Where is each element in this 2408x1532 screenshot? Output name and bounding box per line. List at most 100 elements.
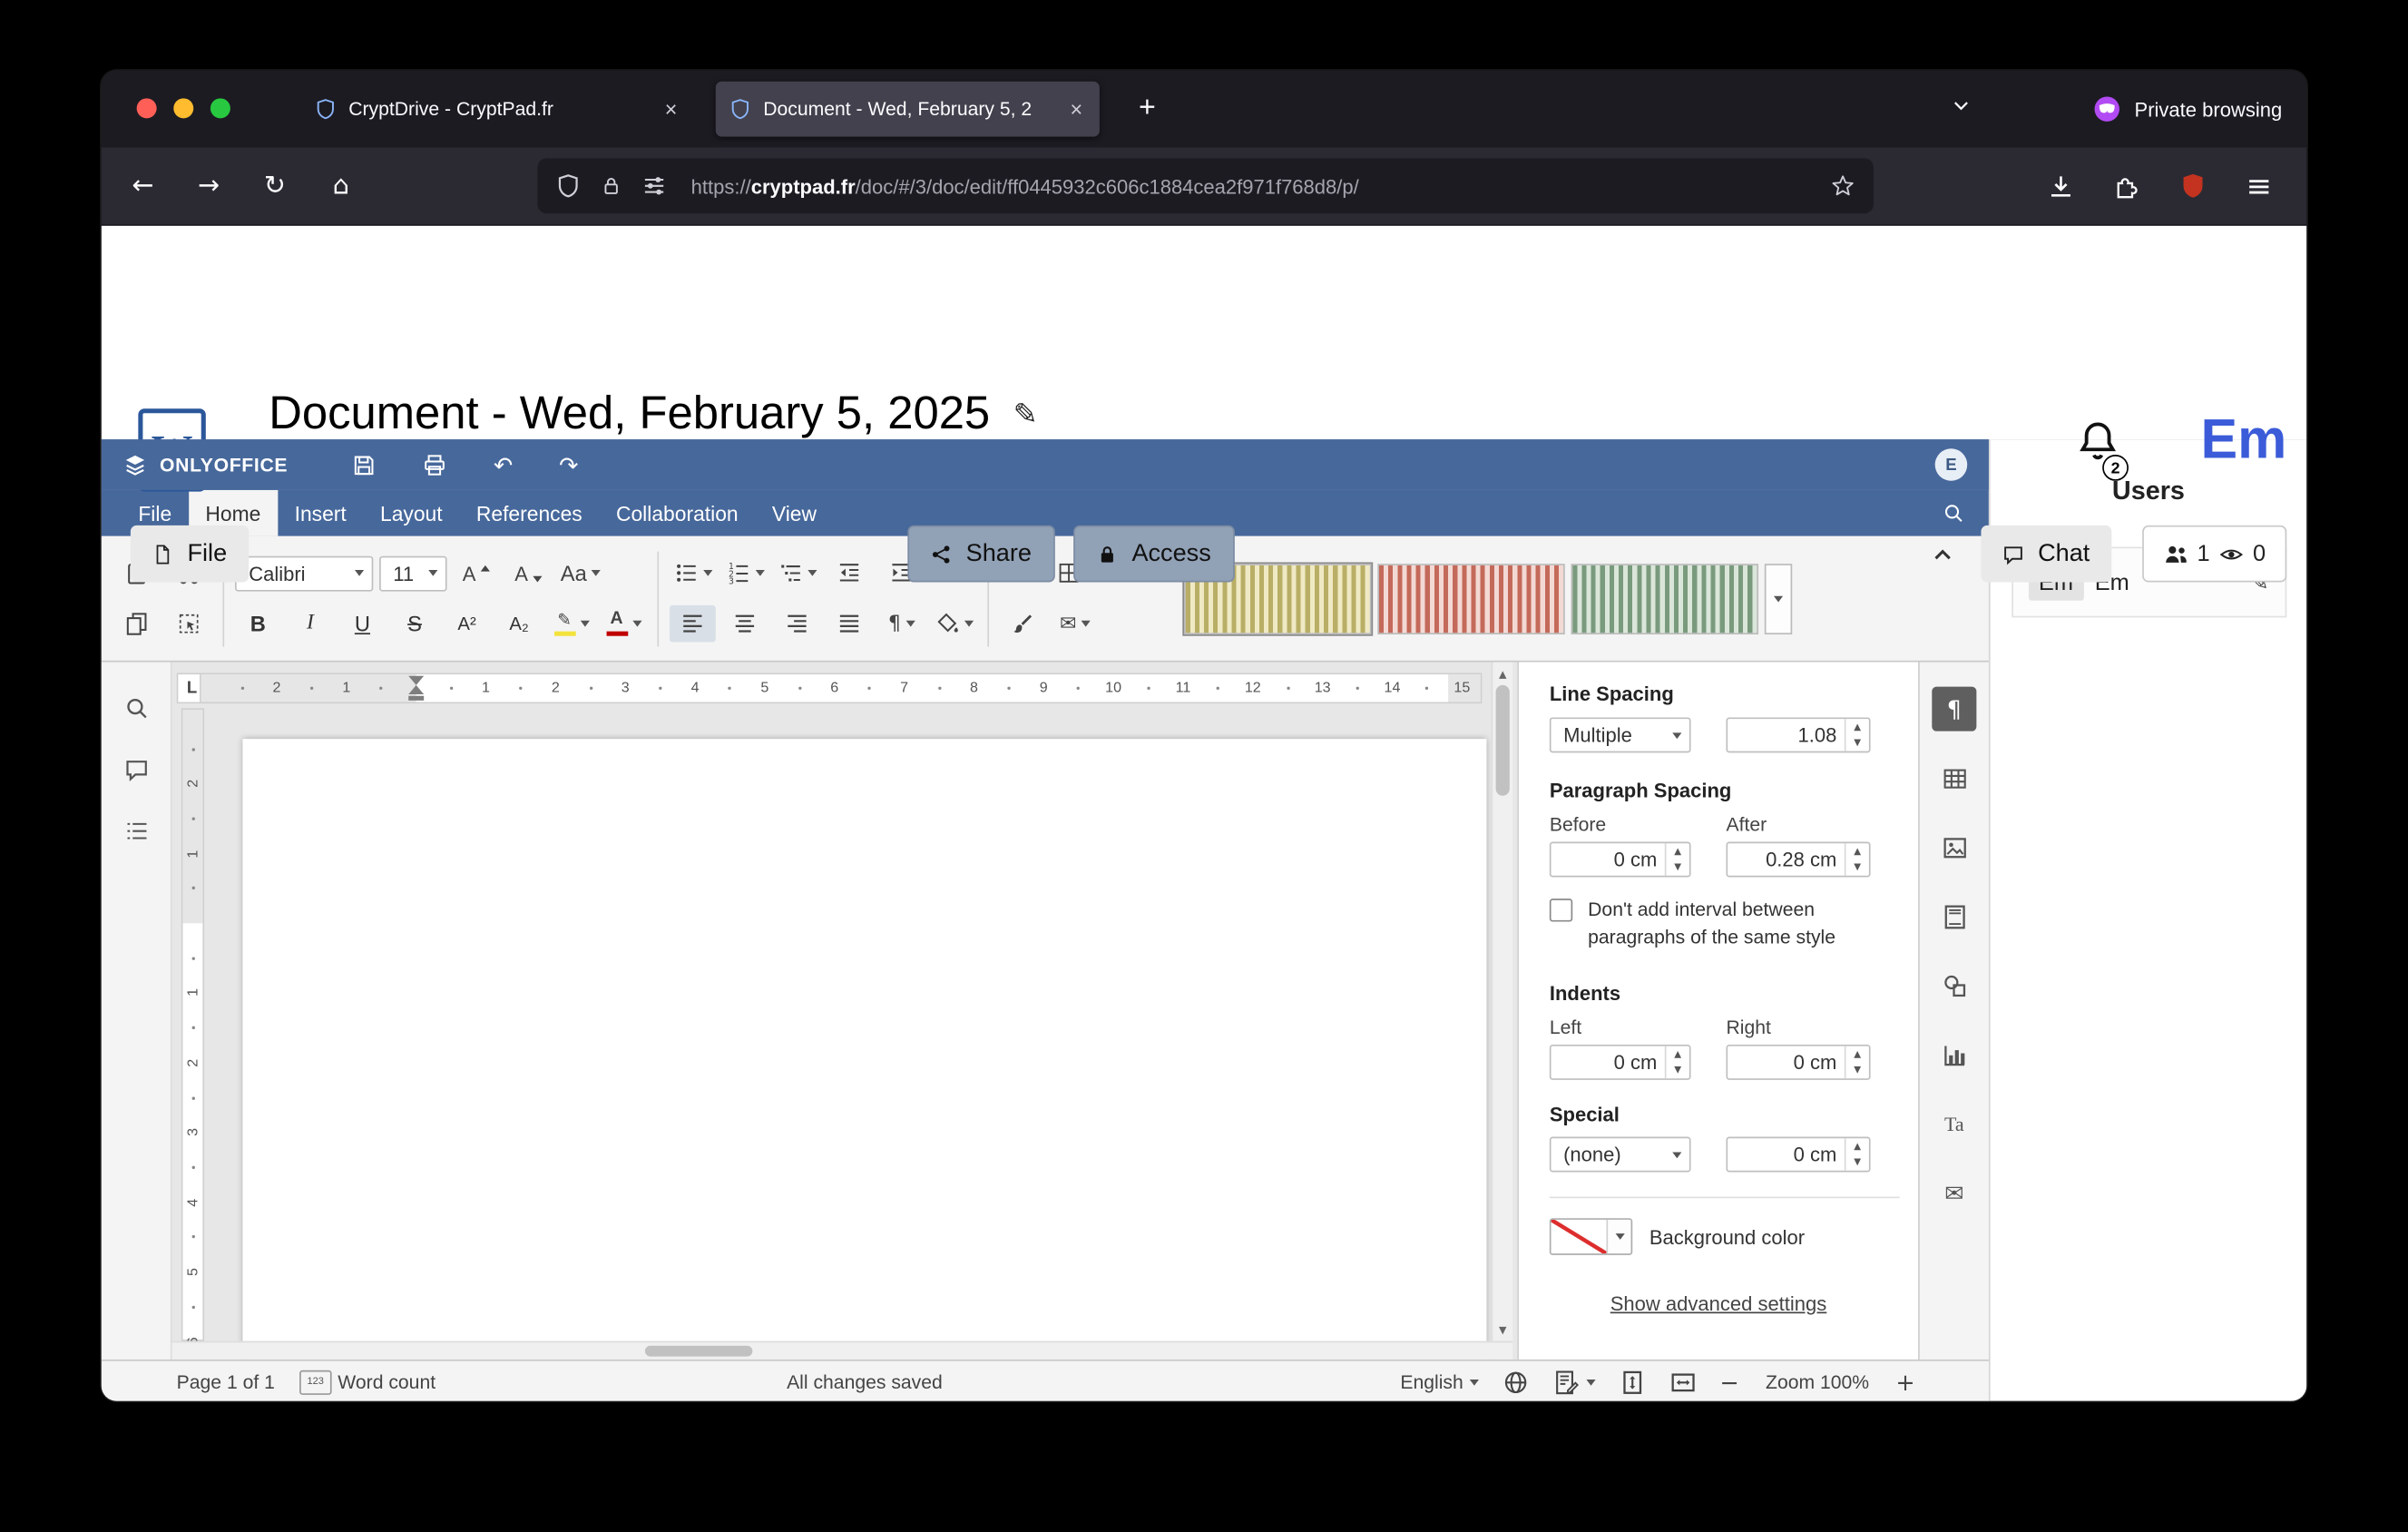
- indent-right-spinner[interactable]: 0 cm: [1726, 1045, 1870, 1080]
- align-right-button[interactable]: [774, 605, 820, 643]
- home-button[interactable]: ⌂: [315, 160, 367, 212]
- shading-button[interactable]: [931, 605, 977, 643]
- url-text[interactable]: https://cryptpad.fr/doc/#/3/doc/edit/ff0…: [691, 174, 1811, 197]
- forward-button[interactable]: →: [182, 160, 235, 212]
- increase-font-button[interactable]: A: [453, 555, 499, 592]
- user-avatar[interactable]: Em: [2200, 408, 2286, 472]
- file-menu-button[interactable]: File: [131, 525, 249, 583]
- vertical-scrollbar-thumb[interactable]: [1496, 685, 1510, 796]
- style-gallery-expand-button[interactable]: [1765, 563, 1792, 633]
- italic-button[interactable]: I: [288, 605, 334, 643]
- align-center-button[interactable]: [722, 605, 768, 643]
- spellcheck-globe-button[interactable]: [1502, 1368, 1529, 1395]
- save-button[interactable]: [352, 452, 377, 476]
- spin-up-icon[interactable]: [1846, 1046, 1869, 1063]
- comments-button[interactable]: [123, 757, 148, 781]
- menu-tab-layout[interactable]: Layout: [363, 490, 459, 536]
- new-tab-button[interactable]: +: [1127, 89, 1167, 129]
- subscript-button[interactable]: A₂: [496, 605, 543, 643]
- hanging-indent-marker[interactable]: [408, 685, 424, 694]
- document-language-button[interactable]: English: [1400, 1371, 1478, 1393]
- mail-merge-button[interactable]: ✉: [1052, 605, 1098, 643]
- horizontal-scrollbar[interactable]: [172, 1341, 1513, 1360]
- spin-up-icon[interactable]: [1846, 719, 1869, 735]
- spin-down-icon[interactable]: [1846, 859, 1869, 876]
- zoom-in-button[interactable]: +: [1895, 1368, 1914, 1395]
- url-bar[interactable]: https://cryptpad.fr/doc/#/3/doc/edit/ff0…: [537, 158, 1874, 213]
- line-spacing-select[interactable]: Multiple: [1550, 717, 1691, 752]
- spin-down-icon[interactable]: [1666, 859, 1689, 876]
- vertical-scrollbar[interactable]: [1492, 663, 1513, 1341]
- select-all-button[interactable]: [166, 605, 212, 643]
- bullets-button[interactable]: [670, 555, 716, 592]
- superscript-button[interactable]: A²: [444, 605, 490, 643]
- tab-close-icon[interactable]: ×: [1067, 97, 1086, 122]
- chart-settings-tab[interactable]: [1932, 1032, 1976, 1076]
- menu-tab-view[interactable]: View: [755, 490, 833, 536]
- redo-button[interactable]: ↷: [559, 451, 578, 478]
- track-changes-button[interactable]: [1552, 1368, 1595, 1395]
- copy-button[interactable]: [113, 605, 160, 643]
- justify-button[interactable]: [827, 605, 873, 643]
- spin-up-icon[interactable]: [1666, 843, 1689, 859]
- share-button[interactable]: Share: [907, 525, 1054, 583]
- connection-lock-icon[interactable]: [601, 175, 622, 197]
- background-color-dropdown[interactable]: [1606, 1220, 1630, 1253]
- special-indent-select[interactable]: (none): [1550, 1137, 1691, 1173]
- font-size-select[interactable]: 11: [379, 555, 446, 591]
- editor-user-avatar[interactable]: E: [1935, 448, 1968, 481]
- chat-button[interactable]: Chat: [1981, 525, 2111, 583]
- fit-width-button[interactable]: [1669, 1368, 1697, 1395]
- zoom-out-button[interactable]: −: [1719, 1368, 1738, 1395]
- background-color-picker[interactable]: [1550, 1218, 1632, 1255]
- bold-button[interactable]: B: [235, 605, 281, 643]
- fit-page-button[interactable]: [1619, 1368, 1646, 1395]
- style-thumbnail[interactable]: [1377, 563, 1564, 633]
- text-art-settings-tab[interactable]: Ta: [1932, 1102, 1976, 1146]
- horizontal-ruler[interactable]: 21123456789101112131415: [200, 673, 1482, 703]
- style-thumbnail[interactable]: [1571, 563, 1758, 633]
- spin-up-icon[interactable]: [1846, 1138, 1869, 1154]
- spin-down-icon[interactable]: [1846, 1154, 1869, 1171]
- no-interval-checkbox[interactable]: Don't add interval between paragraphs of…: [1550, 897, 1875, 950]
- back-button[interactable]: ←: [117, 160, 170, 212]
- tab-close-icon[interactable]: ×: [661, 97, 680, 122]
- font-color-button[interactable]: A: [601, 605, 647, 643]
- zoom-window-button[interactable]: [210, 98, 230, 118]
- spin-up-icon[interactable]: [1666, 1046, 1689, 1063]
- document-page[interactable]: [242, 739, 1486, 1360]
- decrease-indent-button[interactable]: [827, 555, 873, 592]
- highlight-color-button[interactable]: ✎: [548, 605, 594, 643]
- undo-button[interactable]: ↶: [494, 451, 513, 478]
- change-case-button[interactable]: Aa: [557, 555, 603, 592]
- spin-down-icon[interactable]: [1846, 735, 1869, 751]
- multilevel-list-button[interactable]: [774, 555, 820, 592]
- spin-up-icon[interactable]: [1846, 843, 1869, 859]
- menu-tab-references[interactable]: References: [459, 490, 599, 536]
- spacing-before-spinner[interactable]: 0 cm: [1550, 842, 1691, 878]
- extensions-button[interactable]: [2100, 160, 2153, 212]
- line-spacing-amount-spinner[interactable]: 1.08: [1726, 717, 1870, 752]
- paragraph-settings-tab[interactable]: ¶: [1932, 687, 1976, 732]
- copy-style-button[interactable]: [1000, 605, 1046, 643]
- header-footer-settings-tab[interactable]: [1932, 894, 1976, 938]
- access-button[interactable]: Access: [1073, 525, 1234, 583]
- decrease-font-button[interactable]: A: [505, 555, 552, 592]
- special-amount-spinner[interactable]: 0 cm: [1726, 1137, 1870, 1173]
- checkbox-box[interactable]: [1550, 899, 1572, 921]
- user-count-indicator[interactable]: 1 0: [2142, 525, 2286, 583]
- permissions-icon[interactable]: [642, 173, 667, 198]
- close-window-button[interactable]: [137, 98, 157, 118]
- spin-down-icon[interactable]: [1666, 1062, 1689, 1078]
- tab-cryptdrive[interactable]: CryptDrive - CryptPad.fr ×: [301, 82, 694, 137]
- strikethrough-button[interactable]: S: [392, 605, 438, 643]
- menu-tab-insert[interactable]: Insert: [278, 490, 363, 536]
- mail-merge-settings-tab[interactable]: ✉: [1932, 1171, 1976, 1215]
- minimize-window-button[interactable]: [173, 98, 193, 118]
- numbering-button[interactable]: [722, 555, 768, 592]
- underline-button[interactable]: U: [339, 605, 386, 643]
- nonprinting-characters-button[interactable]: ¶: [878, 605, 925, 643]
- word-count-button[interactable]: 123 Word count: [299, 1370, 436, 1394]
- align-left-button[interactable]: [670, 605, 716, 643]
- tracking-protection-shield-icon[interactable]: [556, 173, 581, 198]
